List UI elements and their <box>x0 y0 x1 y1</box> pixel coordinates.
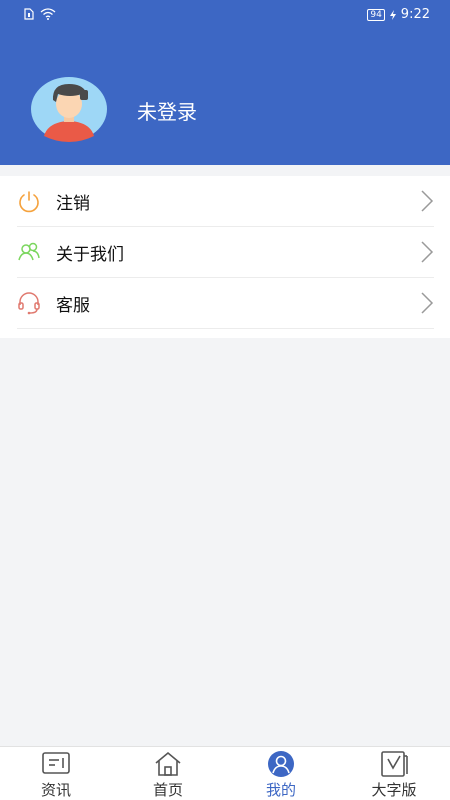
menu-item-logout[interactable]: 注销 <box>17 176 434 227</box>
tab-home[interactable]: 首页 <box>112 747 224 800</box>
wifi-icon <box>40 8 56 20</box>
menu-item-customer-service[interactable]: 客服 <box>17 278 434 329</box>
profile-header: 94 9:22 未登录 <box>0 0 450 165</box>
menu-item-label: 注销 <box>56 193 90 214</box>
tab-mine[interactable]: 我的 <box>225 747 337 800</box>
bottom-tab-bar: 资讯 首页 我的 大字版 <box>0 746 450 800</box>
users-icon <box>18 242 40 261</box>
status-bar: 94 9:22 <box>0 0 450 30</box>
news-icon <box>42 752 70 774</box>
chevron-right-icon <box>421 190 434 212</box>
settings-menu: 注销 关于我们 客服 <box>0 176 450 338</box>
power-icon <box>19 191 39 213</box>
tab-label: 资讯 <box>40 781 71 799</box>
headset-icon <box>18 292 40 315</box>
login-status-label[interactable]: 未登录 <box>137 96 197 125</box>
clock: 9:22 <box>400 7 430 22</box>
tab-large-text[interactable]: 大字版 <box>338 747 450 800</box>
tab-news[interactable]: 资讯 <box>0 747 112 800</box>
large-text-icon <box>381 751 408 777</box>
menu-item-label: 关于我们 <box>56 244 124 265</box>
home-icon <box>155 751 181 776</box>
tab-label: 大字版 <box>371 781 417 799</box>
chevron-right-icon <box>421 292 434 314</box>
avatar[interactable] <box>30 76 108 142</box>
menu-item-label: 客服 <box>56 295 90 316</box>
tab-label: 我的 <box>265 781 296 799</box>
tab-label: 首页 <box>152 781 183 799</box>
profile-icon <box>268 751 294 777</box>
chevron-right-icon <box>421 241 434 263</box>
battery-indicator: 94 <box>367 8 385 21</box>
sim-card-icon <box>24 8 34 20</box>
charging-icon <box>389 9 396 20</box>
menu-item-about-us[interactable]: 关于我们 <box>17 227 434 278</box>
